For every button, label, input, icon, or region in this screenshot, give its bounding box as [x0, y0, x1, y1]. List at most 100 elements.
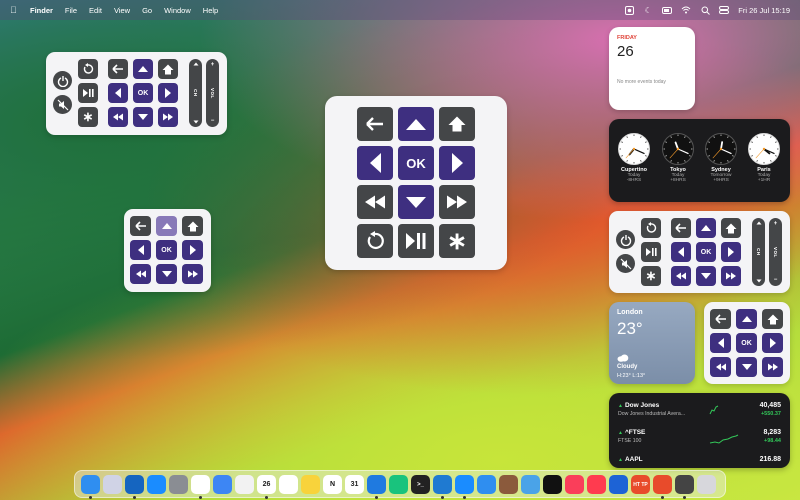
focus-moon-icon[interactable]: ☾: [643, 5, 653, 15]
ok-button[interactable]: OK: [156, 240, 177, 260]
play-pause-button[interactable]: [78, 83, 98, 103]
fantastical-icon[interactable]: 31: [345, 475, 364, 494]
rewind-button[interactable]: [357, 185, 393, 219]
status-app-icon[interactable]: [624, 5, 634, 15]
battery-icon[interactable]: [662, 5, 673, 15]
back-button[interactable]: [710, 309, 731, 329]
fast-forward-button[interactable]: [721, 266, 741, 286]
screenshot-icon[interactable]: [675, 475, 694, 494]
star-button[interactable]: ∗: [78, 107, 98, 127]
ok-button[interactable]: OK: [736, 333, 757, 353]
home-button[interactable]: [762, 309, 783, 329]
home-button[interactable]: [721, 218, 741, 238]
right-button[interactable]: [182, 240, 203, 260]
back-button[interactable]: [671, 218, 691, 238]
notes-icon[interactable]: [301, 475, 320, 494]
right-button[interactable]: [158, 83, 178, 103]
keynote-icon[interactable]: [213, 475, 232, 494]
up-button[interactable]: [156, 216, 177, 236]
menu-help[interactable]: Help: [203, 6, 218, 15]
fast-forward-button[interactable]: [158, 107, 178, 127]
right-button[interactable]: [439, 146, 475, 180]
maps-pin-icon[interactable]: [367, 475, 386, 494]
down-button[interactable]: [736, 357, 757, 377]
left-button[interactable]: [130, 240, 151, 260]
rewind-button[interactable]: [108, 107, 128, 127]
play-pause-button[interactable]: [641, 242, 661, 262]
left-button[interactable]: [108, 83, 128, 103]
menu-clock[interactable]: Fri 26 Jul 15:19: [738, 6, 790, 15]
menu-window[interactable]: Window: [164, 6, 191, 15]
menu-go[interactable]: Go: [142, 6, 152, 15]
stock-row[interactable]: ▲ AAPL 216.88: [609, 450, 790, 468]
world-clock-widget[interactable]: Cupertino Today -8HRS Tokyo Today +8HRS …: [609, 119, 790, 202]
system-settings-icon[interactable]: [169, 475, 188, 494]
remote-app-icon[interactable]: [653, 475, 672, 494]
apple-menu-icon[interactable]: : [10, 5, 20, 15]
mute-button[interactable]: [616, 254, 635, 273]
app-store-icon[interactable]: [147, 475, 166, 494]
power-button[interactable]: [53, 71, 72, 90]
notion-icon[interactable]: N: [323, 475, 342, 494]
stocks-widget[interactable]: ▲ Dow Jones Dow Jones Industrial Avera...…: [609, 393, 790, 468]
star-button[interactable]: ∗: [641, 266, 661, 286]
power-button[interactable]: [616, 230, 635, 249]
right-button[interactable]: [721, 242, 741, 262]
back-button[interactable]: [357, 107, 393, 141]
chatgpt-icon[interactable]: [389, 475, 408, 494]
volume-rocker[interactable]: + VOL −: [769, 218, 782, 286]
star-button[interactable]: ∗: [439, 224, 475, 258]
safari-icon[interactable]: [455, 475, 474, 494]
menu-edit[interactable]: Edit: [89, 6, 102, 15]
fast-forward-button[interactable]: [439, 185, 475, 219]
trash-icon[interactable]: [697, 475, 716, 494]
tv-remote-icon[interactable]: [609, 475, 628, 494]
replay-button[interactable]: [641, 218, 661, 238]
mute-button[interactable]: [53, 95, 72, 114]
down-button[interactable]: [156, 264, 177, 284]
ok-button[interactable]: OK: [398, 146, 434, 180]
stock-row[interactable]: ▲ Dow Jones Dow Jones Industrial Avera...…: [609, 396, 790, 422]
back-button[interactable]: [130, 216, 151, 236]
outlook-icon[interactable]: [125, 475, 144, 494]
play-pause-button[interactable]: [398, 224, 434, 258]
menu-app-name[interactable]: Finder: [30, 6, 53, 15]
fast-forward-button[interactable]: [762, 357, 783, 377]
launchpad-icon[interactable]: [103, 475, 122, 494]
left-button[interactable]: [710, 333, 731, 353]
photos-icon[interactable]: [235, 475, 254, 494]
right-button[interactable]: [762, 333, 783, 353]
news-icon[interactable]: [587, 475, 606, 494]
mail-icon[interactable]: [477, 475, 496, 494]
replay-button[interactable]: [78, 59, 98, 79]
httpie-icon[interactable]: HT TP: [631, 475, 650, 494]
menu-file[interactable]: File: [65, 6, 77, 15]
calendar-icon[interactable]: 26: [257, 475, 276, 494]
back-button[interactable]: [108, 59, 128, 79]
up-button[interactable]: [398, 107, 434, 141]
rewind-button[interactable]: [130, 264, 151, 284]
channel-rocker[interactable]: CH: [189, 59, 202, 127]
up-button[interactable]: [696, 218, 716, 238]
rewind-button[interactable]: [671, 266, 691, 286]
up-button[interactable]: [133, 59, 153, 79]
menu-view[interactable]: View: [114, 6, 130, 15]
terminal-icon[interactable]: >_: [411, 475, 430, 494]
apple-tv-icon[interactable]: [543, 475, 562, 494]
stock-row[interactable]: ▲ ^FTSE FTSE 100 8,283 +98.44: [609, 423, 790, 449]
down-button[interactable]: [696, 266, 716, 286]
left-button[interactable]: [671, 242, 691, 262]
music-icon[interactable]: [565, 475, 584, 494]
fast-forward-button[interactable]: [182, 264, 203, 284]
up-button[interactable]: [736, 309, 757, 329]
calendar-widget[interactable]: FRIDAY 26 No more events today: [609, 27, 695, 110]
weather-widget[interactable]: London 23° Cloudy H:23° L:13°: [609, 302, 695, 384]
home-button[interactable]: [182, 216, 203, 236]
home-button[interactable]: [439, 107, 475, 141]
control-center-icon[interactable]: [719, 5, 730, 15]
ok-button[interactable]: OK: [133, 83, 153, 103]
rewind-button[interactable]: [710, 357, 731, 377]
left-button[interactable]: [357, 146, 393, 180]
preview-icon[interactable]: [521, 475, 540, 494]
down-button[interactable]: [398, 185, 434, 219]
